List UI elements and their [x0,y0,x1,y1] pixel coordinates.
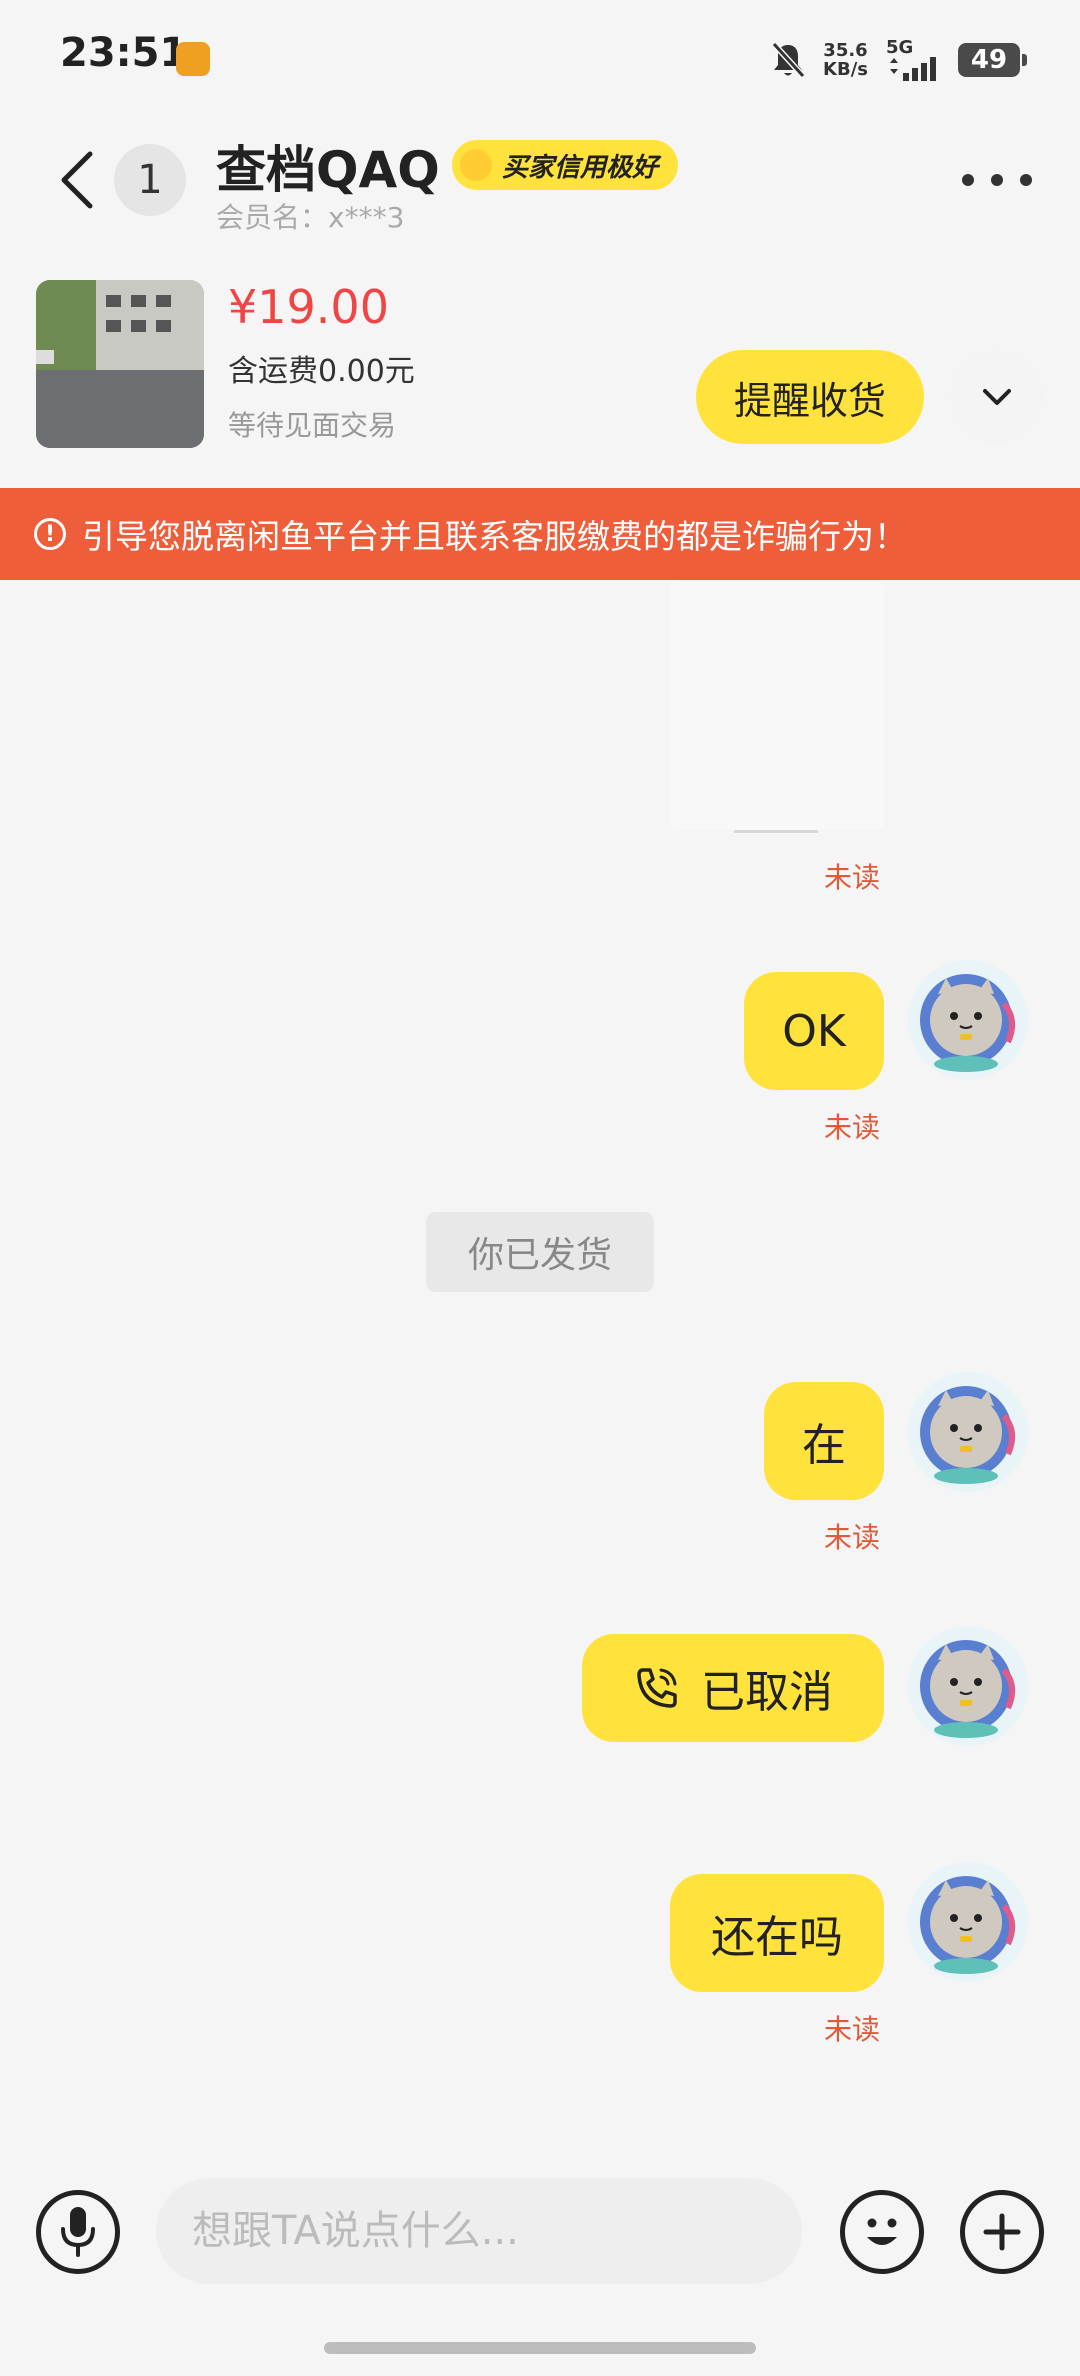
network-speed: 35.6 KB/s [823,40,868,80]
cat-astronaut-avatar-icon [920,1386,1016,1484]
cat-astronaut-avatar-icon [920,974,1016,1072]
mute-bell-icon [771,41,806,79]
cat-astronaut-avatar-icon [920,1640,1016,1738]
chevron-left-icon [61,151,93,209]
message-bubble[interactable]: OK [744,972,884,1090]
voice-button[interactable] [36,2190,120,2274]
system-message: 你已发货 [426,1212,654,1292]
more-button[interactable] [962,160,1032,200]
microphone-icon [61,2207,95,2257]
image-message-divider [734,830,818,833]
emoji-button[interactable] [840,2190,924,2274]
product-price: ¥19.00 [228,280,389,334]
user-avatar[interactable] [908,1372,1028,1492]
read-status: 未读 [824,861,881,894]
warning-text: 引导您脱离闲鱼平台并且联系客服缴费的都是诈骗行为！ [82,517,907,556]
message-input[interactable] [156,2178,802,2284]
call-message-bubble[interactable]: 已取消 [582,1634,884,1742]
member-name: 会员名：x***3 [216,201,405,234]
chat-title[interactable]: 查档QAQ [216,130,440,202]
expand-button[interactable] [950,350,1044,444]
status-time: 23:51 [60,30,188,76]
home-indicator[interactable] [324,2342,756,2354]
trade-status: 等待见面交易 [228,409,397,442]
plus-button[interactable] [960,2190,1044,2274]
back-button[interactable] [52,150,102,210]
unread-count-badge[interactable]: 1 [114,144,186,216]
app-notification-icon [176,42,210,76]
read-status: 未读 [824,1111,881,1144]
product-thumbnail[interactable] [36,280,204,448]
fraud-warning-banner: ! 引导您脱离闲鱼平台并且联系客服缴费的都是诈骗行为！ [0,488,1080,580]
signal-bars-icon [890,57,936,81]
cat-astronaut-avatar-icon [920,1876,1016,1974]
user-avatar[interactable] [908,1862,1028,1982]
plus-icon [983,2213,1021,2251]
status-indicators: 35.6 KB/s 5G 49 [771,30,1027,90]
shipping-fee: 含运费0.00元 [228,354,415,389]
chevron-down-icon [983,389,1011,405]
signal-indicator: 5G [886,39,940,81]
credit-badge[interactable]: 买家信用极好 [452,140,679,190]
read-status: 未读 [824,2013,881,2046]
message-bubble[interactable]: 在 [764,1382,884,1500]
warning-icon: ! [34,518,66,550]
image-message[interactable] [670,582,884,830]
user-avatar[interactable] [908,960,1028,1080]
battery-indicator: 49 [958,43,1027,77]
user-avatar[interactable] [908,1626,1028,1746]
message-bubble[interactable]: 还在吗 [670,1874,884,1992]
emoji-icon [867,2218,897,2245]
read-status: 未读 [824,1521,881,1554]
phone-call-icon [637,1668,677,1708]
smiley-face-icon [460,149,492,181]
remind-receipt-button[interactable]: 提醒收货 [696,350,924,444]
more-dots-icon [962,174,974,186]
